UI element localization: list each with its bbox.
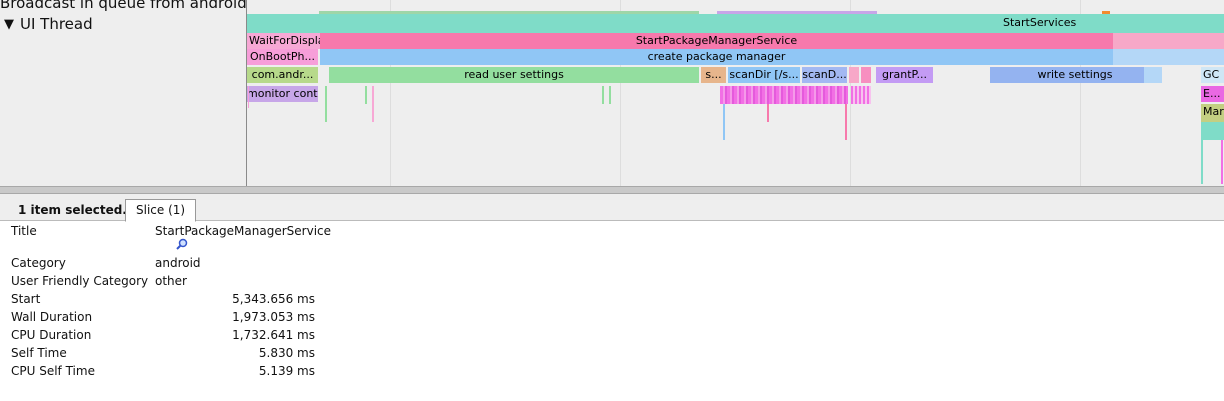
tiny-slice <box>609 86 611 104</box>
analysis-panel: 1 item selected. Slice (1) Title StartPa… <box>0 194 1224 401</box>
detail-value: android <box>155 256 201 270</box>
detail-key: Category <box>11 256 66 270</box>
tiny-slice <box>372 86 374 122</box>
tiny-slice <box>1201 140 1203 184</box>
tiny-slice <box>1221 140 1223 184</box>
tiny-slice <box>602 86 604 104</box>
thread-name: UI Thread <box>20 15 93 33</box>
slice-start-package-manager-service[interactable]: StartPackageManagerService <box>320 33 1113 49</box>
slice-unlabeled[interactable] <box>861 67 871 83</box>
detail-key: Wall Duration <box>11 310 93 324</box>
detail-key: CPU Duration <box>11 328 92 342</box>
thread-track-row[interactable]: ▼ UI Thread <box>0 14 93 34</box>
magnifier-icon[interactable] <box>176 238 188 250</box>
slice-write-settings[interactable]: write settings <box>990 67 1160 83</box>
slice-mar[interactable]: Mar <box>1201 104 1224 122</box>
tiny-slice <box>767 104 769 122</box>
detail-value: StartPackageManagerService <box>155 224 332 238</box>
slice-grant-p[interactable]: grantP... <box>876 67 933 83</box>
detail-value: other <box>155 274 187 288</box>
detail-key: CPU Self Time <box>11 364 95 378</box>
detail-value: 5.830 ms <box>258 346 315 360</box>
detail-key: Self Time <box>11 346 67 360</box>
panel-resize-handle[interactable] <box>0 186 1224 194</box>
slice-unlabeled[interactable] <box>1113 49 1224 65</box>
detail-value: 1,732.641 ms <box>232 328 315 342</box>
detail-key: Title <box>11 224 37 238</box>
collapse-triangle-icon[interactable]: ▼ <box>4 17 20 32</box>
slice-label: StartServices <box>1003 16 1077 29</box>
slice-unlabeled[interactable] <box>1144 67 1162 83</box>
slice-scan-dir-2[interactable]: scanD... <box>802 67 847 83</box>
detail-key: User Friendly Category <box>11 274 149 288</box>
slice-e[interactable]: E... <box>1201 86 1224 102</box>
slice-unlabeled[interactable] <box>1113 33 1224 49</box>
slice-start-services[interactable]: StartServices <box>247 14 1224 33</box>
slice-on-boot-phase[interactable]: OnBootPh... <box>247 49 318 65</box>
slice-unlabeled[interactable] <box>849 67 859 83</box>
tiny-slice <box>365 86 367 104</box>
slice-scan-dir-1[interactable]: scanDir [/s... <box>728 67 800 83</box>
slice-s[interactable]: s... <box>701 67 726 83</box>
detail-value: 5.139 ms <box>258 364 315 378</box>
slice-dense-cluster[interactable] <box>851 86 871 104</box>
tab-slice[interactable]: Slice (1) <box>125 199 197 222</box>
slice-create-package-manager[interactable]: create package manager <box>320 49 1113 65</box>
slice-wait-for-display[interactable]: WaitForDisplay <box>247 33 320 49</box>
tiny-slice <box>248 86 249 108</box>
tiny-slice <box>845 104 847 140</box>
track-header: Broadcast in queue from android ( ▼ UI T… <box>0 0 247 186</box>
selection-summary: 1 item selected. <box>18 203 127 217</box>
analysis-tab-bar: 1 item selected. Slice (1) <box>0 194 1224 222</box>
previous-track-label[interactable]: Broadcast in queue from android ( <box>0 0 246 12</box>
slice-dense-cluster[interactable] <box>720 86 848 104</box>
detail-value: 5,343.656 ms <box>232 292 315 306</box>
slice-com-android[interactable]: com.andr... <box>247 67 318 83</box>
slice-gc[interactable]: GC <box>1201 67 1224 83</box>
slice-read-user-settings[interactable]: read user settings <box>329 67 699 83</box>
detail-key: Start <box>11 292 41 306</box>
tiny-slice <box>325 86 327 122</box>
tiny-slice <box>723 104 725 140</box>
detail-value: 1,973.053 ms <box>232 310 315 324</box>
timeline-panel: Broadcast in queue from android ( ▼ UI T… <box>0 0 1224 186</box>
slice-monitor-contention[interactable]: monitor cont... <box>247 86 318 102</box>
slice-unlabeled[interactable] <box>1201 122 1224 140</box>
thread-track-area[interactable]: StartServices WaitForDisplay StartPackag… <box>247 0 1224 186</box>
